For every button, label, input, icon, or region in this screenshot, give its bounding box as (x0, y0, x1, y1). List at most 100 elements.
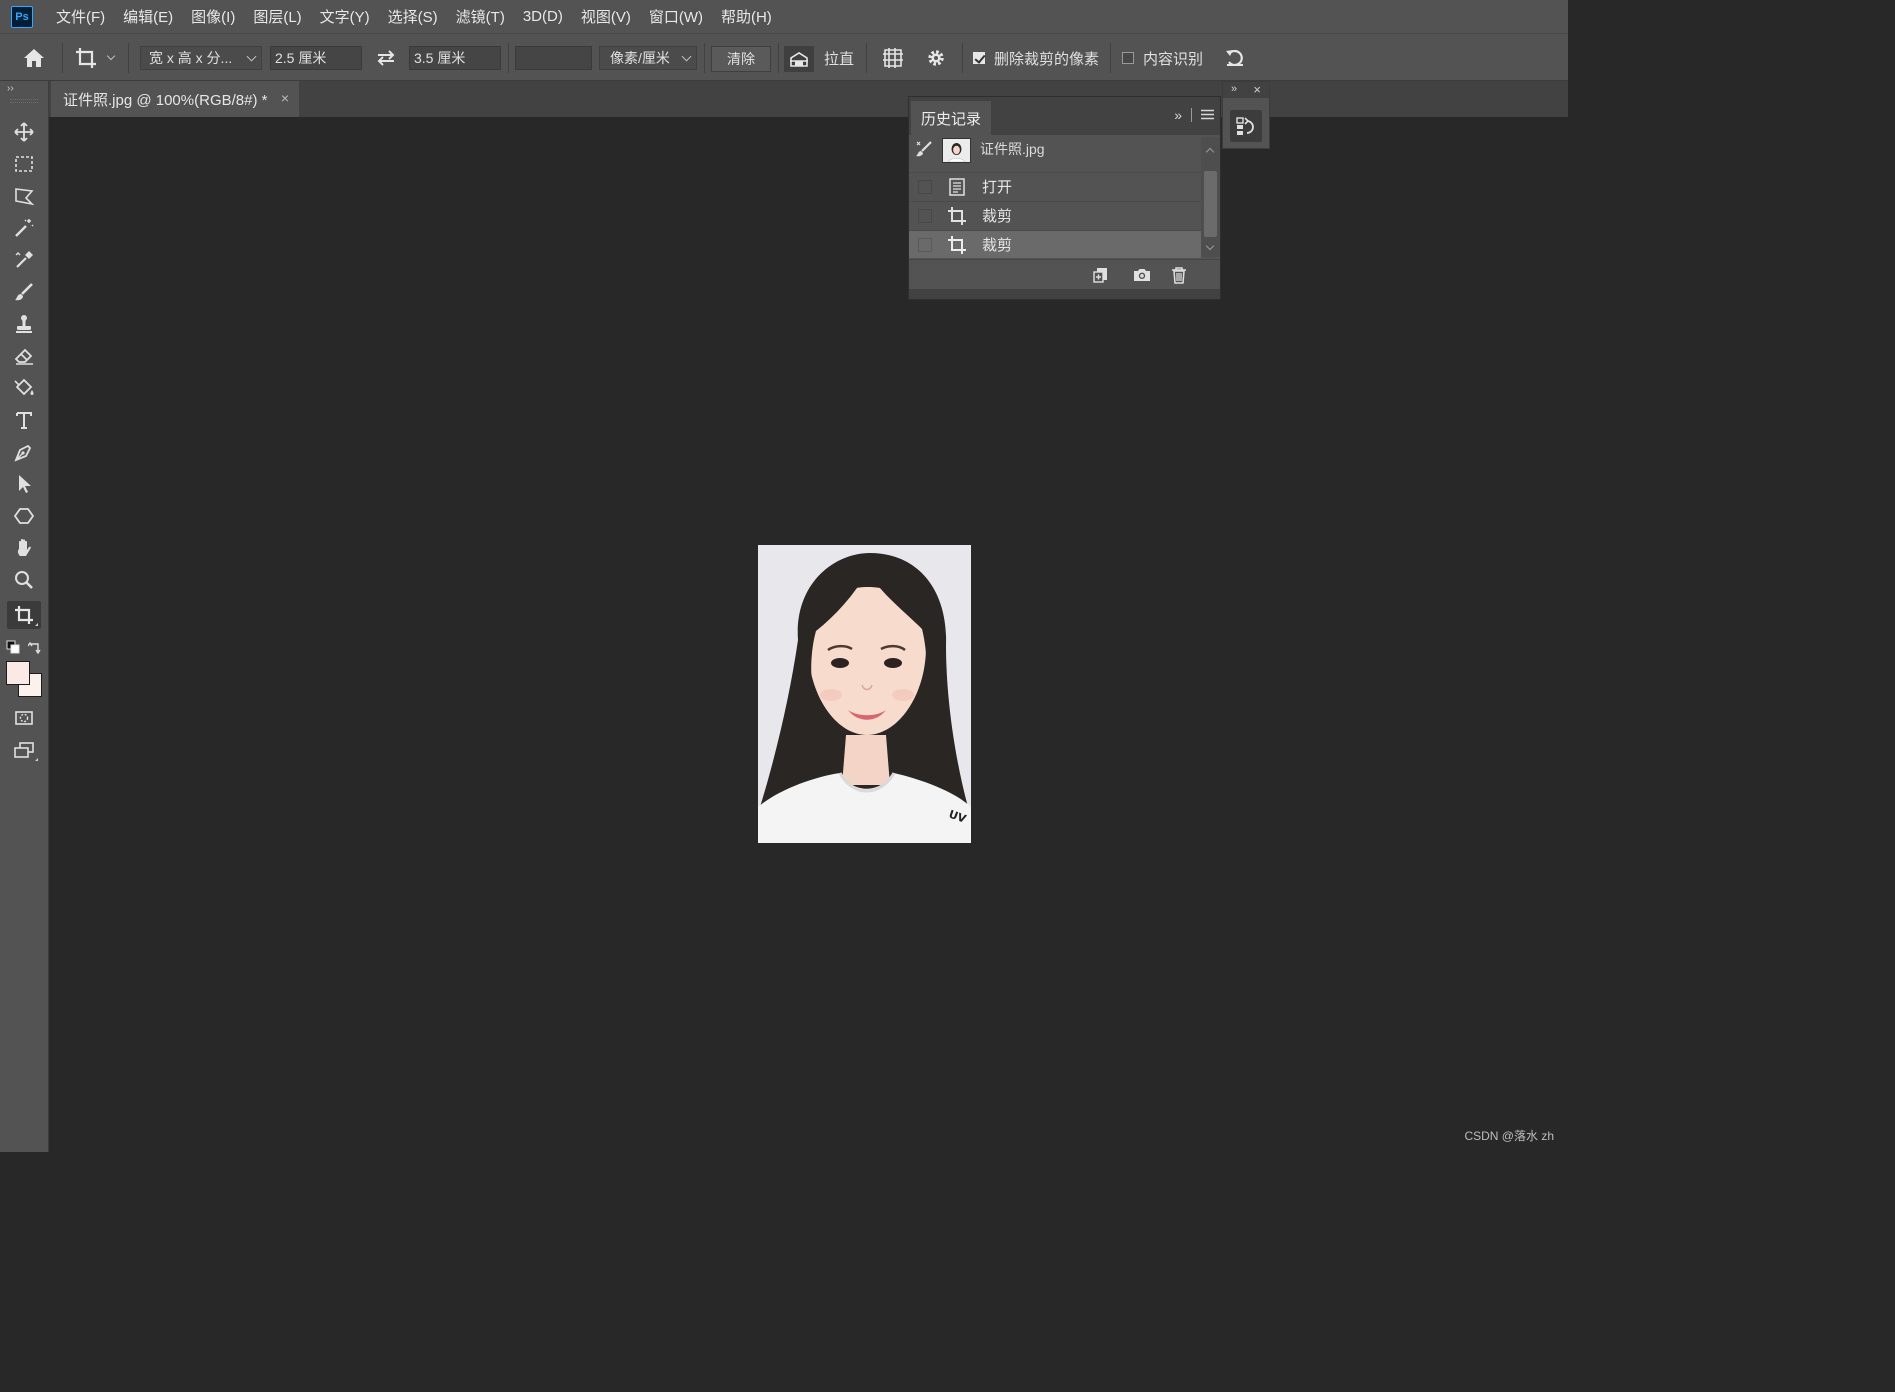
polygonal-lasso-tool-icon[interactable] (7, 182, 41, 210)
magic-wand-tool-icon[interactable] (7, 214, 41, 242)
history-scrollbar[interactable] (1201, 137, 1220, 257)
move-tool-icon[interactable] (7, 118, 41, 146)
menu-type[interactable]: 文字(Y) (311, 0, 379, 33)
document-icon (947, 177, 967, 197)
foreground-color-swatch[interactable] (6, 661, 30, 685)
panel-menu-icon[interactable] (1201, 107, 1214, 123)
eyedropper-tool-icon[interactable] (7, 246, 41, 274)
history-brush-source-icon[interactable] (915, 140, 933, 162)
crop-tool-preset-icon[interactable] (74, 34, 116, 82)
default-colors-icon[interactable] (6, 640, 20, 654)
snapshot-thumbnail (942, 138, 971, 163)
swap-colors-icon[interactable] (27, 640, 42, 655)
document-tab-bar: 证件照.jpg @ 100%(RGB/8#) * × (49, 81, 1568, 117)
history-step-selected[interactable]: 裁剪 (909, 230, 1201, 258)
history-step-source-box[interactable] (918, 208, 932, 223)
history-step-label: 裁剪 (982, 237, 1013, 254)
menu-edit[interactable]: 编辑(E) (114, 0, 182, 33)
delete-cropped-pixels-checkbox[interactable]: 删除裁剪的像素 (973, 34, 1099, 82)
watermark: CSDN @落水 zh (1464, 1129, 1554, 1143)
create-snapshot-camera-icon[interactable] (1133, 266, 1151, 284)
dock-header: » × (1223, 82, 1269, 98)
quick-mask-icon[interactable] (7, 704, 41, 732)
content-aware-label: 内容识别 (1143, 50, 1204, 68)
path-selection-tool-icon[interactable] (7, 470, 41, 498)
menu-3d[interactable]: 3D(D) (514, 0, 572, 33)
eraser-tool-icon[interactable] (7, 342, 41, 370)
scroll-up-icon[interactable] (1205, 147, 1215, 157)
scroll-thumb[interactable] (1204, 171, 1217, 237)
shape-tool-icon[interactable] (7, 502, 41, 530)
document-tab-title: 证件照.jpg @ 100%(RGB/8#) * (63, 91, 268, 109)
collapse-panel-icon[interactable]: » (1174, 107, 1182, 123)
home-icon[interactable] (22, 34, 46, 82)
swap-dimensions-icon[interactable] (375, 34, 397, 82)
menu-window[interactable]: 窗口(W) (640, 0, 712, 33)
resolution-unit-value: 像素/厘米 (610, 50, 670, 66)
collapse-toolbar-icon[interactable]: ›› (7, 83, 14, 94)
menu-bar: Ps 文件(F) 编辑(E) 图像(I) 图层(L) 文字(Y) 选择(S) 滤… (0, 0, 1568, 33)
history-step-source-box[interactable] (918, 179, 932, 194)
paint-bucket-tool-icon[interactable] (7, 374, 41, 402)
crop-tool-icon[interactable] (7, 601, 41, 629)
rectangular-marquee-tool-icon[interactable] (7, 150, 41, 178)
settings-gear-icon[interactable] (925, 34, 947, 82)
type-tool-icon[interactable] (7, 406, 41, 434)
history-step[interactable]: 打开 (909, 172, 1201, 200)
delete-cropped-check[interactable] (973, 52, 985, 64)
options-bar: 宽 x 高 x 分... 2.5 厘米 3.5 厘米 像素/厘米 清除 拉直 删… (0, 33, 1568, 81)
crop-icon (947, 206, 967, 226)
crop-icon (947, 235, 967, 255)
menu-select[interactable]: 选择(S) (379, 0, 447, 33)
history-step-source-box[interactable] (918, 237, 932, 252)
foreground-color-fill (7, 662, 29, 684)
ratio-preset-value: 宽 x 高 x 分... (149, 50, 233, 66)
crop-height-input[interactable]: 3.5 厘米 (409, 46, 501, 70)
content-aware-checkbox[interactable]: 内容识别 (1122, 34, 1203, 82)
tools-panel: ›› (0, 81, 49, 1152)
ratio-preset-select[interactable]: 宽 x 高 x 分... (140, 46, 262, 70)
clear-button[interactable]: 清除 (711, 46, 771, 72)
hand-tool-icon[interactable] (7, 534, 41, 562)
expand-panels-icon[interactable]: » (1231, 83, 1237, 95)
toolbar-grip[interactable] (10, 99, 38, 103)
menu-file[interactable]: 文件(F) (47, 0, 114, 33)
header-divider (1191, 108, 1192, 122)
history-panel: 历史记录 » 证件照.jpg 打开 裁剪 裁剪 (908, 96, 1221, 300)
straighten-icon[interactable] (784, 46, 814, 72)
snapshot-name: 证件照.jpg (980, 141, 1045, 157)
delete-state-trash-icon[interactable] (1170, 266, 1188, 284)
pen-tool-icon[interactable] (7, 438, 41, 466)
straighten-label[interactable]: 拉直 (824, 34, 854, 82)
resolution-input[interactable] (515, 46, 592, 70)
history-step[interactable]: 裁剪 (909, 201, 1201, 229)
content-aware-check[interactable] (1122, 52, 1134, 64)
menu-help[interactable]: 帮助(H) (712, 0, 781, 33)
scroll-down-icon[interactable] (1205, 241, 1215, 251)
resolution-unit-select[interactable]: 像素/厘米 (599, 46, 697, 70)
new-document-from-state-icon[interactable] (1092, 266, 1110, 284)
crop-width-input[interactable]: 2.5 厘米 (270, 46, 362, 70)
menu-image[interactable]: 图像(I) (182, 0, 244, 33)
close-dock-icon[interactable]: × (1253, 82, 1261, 97)
history-panel-resize-grip[interactable] (909, 289, 1220, 299)
history-tab[interactable]: 历史记录 (911, 101, 991, 135)
delete-cropped-label: 删除裁剪的像素 (994, 50, 1100, 68)
close-document-icon[interactable]: × (281, 90, 289, 106)
menu-filter[interactable]: 滤镜(T) (447, 0, 514, 33)
history-footer (909, 259, 1220, 289)
menu-view[interactable]: 视图(V) (572, 0, 640, 33)
overlay-grid-icon[interactable] (881, 34, 905, 82)
photoshop-logo: Ps (11, 5, 33, 28)
document-tab[interactable]: 证件照.jpg @ 100%(RGB/8#) * × (51, 81, 299, 117)
brush-tool-icon[interactable] (7, 278, 41, 306)
clone-stamp-tool-icon[interactable] (7, 310, 41, 338)
menu-layer[interactable]: 图层(L) (244, 0, 310, 33)
history-step-label: 打开 (982, 179, 1013, 196)
reset-crop-icon[interactable] (1224, 34, 1246, 82)
id-photo-image[interactable]: UV (758, 545, 971, 843)
history-snapshot[interactable]: 证件照.jpg (909, 135, 1201, 169)
history-panel-dock-icon[interactable] (1230, 110, 1262, 142)
screen-mode-icon[interactable] (7, 736, 41, 764)
zoom-tool-icon[interactable] (7, 566, 41, 594)
